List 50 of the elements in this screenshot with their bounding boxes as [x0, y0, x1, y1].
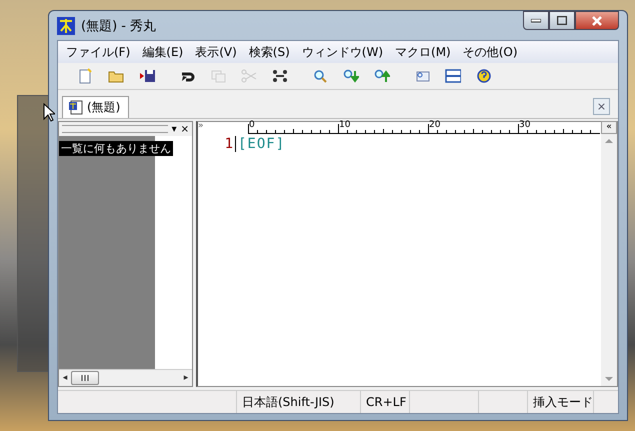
scroll-down-icon[interactable] [605, 377, 613, 382]
ruler-label: 20 [428, 120, 442, 130]
scissors-icon [241, 68, 257, 84]
eof-marker: [EOF] [238, 136, 286, 152]
dropdown-arrow[interactable]: ▾ [172, 124, 177, 134]
panel-close-button[interactable]: × [180, 124, 189, 134]
encoding-status: 日本語(Shift-JIS) [236, 391, 360, 413]
search-down-icon [343, 68, 359, 84]
menu-item[interactable]: 編集(E) [136, 44, 190, 60]
copy-icon [210, 68, 226, 84]
panel-grip[interactable] [62, 125, 168, 133]
ruler-label: 30 [518, 120, 532, 130]
tab-close-button[interactable]: × [593, 98, 610, 115]
menu-item[interactable]: その他(O) [456, 44, 524, 60]
line-number: 1 [198, 136, 236, 152]
window-title: (無題) - 秀丸 [81, 18, 158, 34]
ruler-label: 10 [338, 120, 352, 130]
grip-icon [81, 375, 89, 381]
scrollbar-thumb[interactable] [71, 371, 99, 385]
maximize-icon [557, 16, 567, 25]
menu-item[interactable]: 表示(V) [189, 44, 243, 60]
new-file-icon [77, 68, 93, 84]
close-icon [592, 16, 602, 26]
minimize-icon [531, 18, 541, 22]
menu-item[interactable]: マクロ(M) [389, 44, 457, 60]
document-icon [69, 100, 83, 115]
document-tab[interactable]: (無題) [62, 96, 130, 118]
ruler-marker: » [198, 122, 205, 131]
menu-item[interactable]: 検索(S) [242, 44, 296, 60]
minimize-button[interactable] [523, 11, 549, 30]
search-icon [312, 68, 328, 84]
line-ending-status: CR+LF [360, 391, 409, 413]
menu-item[interactable]: ファイル(F) [60, 44, 136, 60]
scroll-up-icon[interactable] [605, 138, 613, 143]
scroll-left-arrow[interactable]: ◂ [59, 373, 71, 383]
help-icon [476, 68, 492, 84]
app-icon [57, 16, 75, 34]
floppy-disk-icon [139, 68, 155, 84]
bracket-bar-icon [272, 68, 288, 84]
scroll-right-arrow[interactable]: ▸ [180, 373, 192, 383]
empty-list-message: 一覧に何もありません [59, 141, 173, 156]
pointer-cursor-icon [43, 103, 55, 122]
close-button[interactable] [575, 11, 619, 30]
menu-item[interactable]: ウィンドウ(W) [296, 44, 390, 60]
ruler-label: 0 [248, 120, 256, 130]
split-window-icon [445, 68, 461, 84]
ruler-collapse-button[interactable]: « [601, 121, 617, 134]
input-mode-status: 挿入モード [527, 391, 593, 413]
maximize-button[interactable] [549, 11, 575, 30]
search-up-icon [374, 68, 390, 84]
